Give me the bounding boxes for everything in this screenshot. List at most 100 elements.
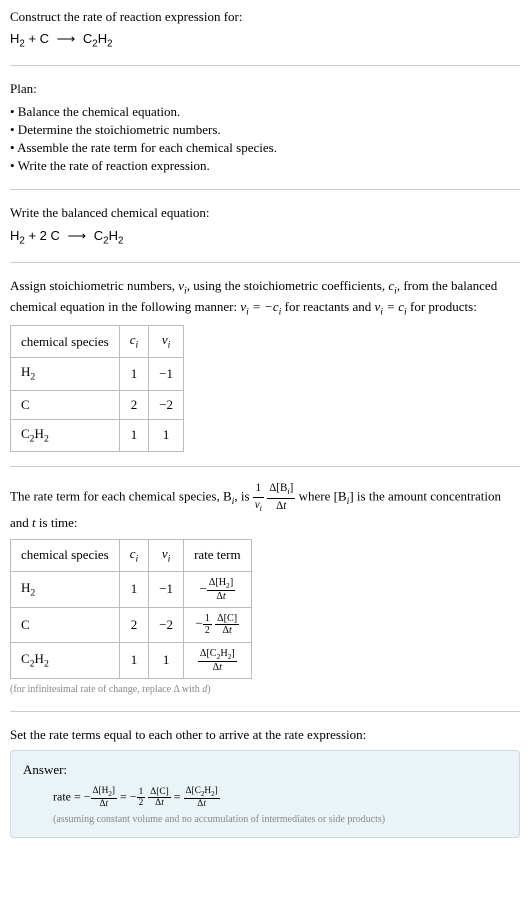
- cell-rateterm: Δ[C2H2]Δt: [184, 642, 252, 679]
- text: The rate term for each chemical species,…: [10, 489, 232, 504]
- table-row: C 2 −2: [11, 390, 184, 419]
- rateterm-intro: The rate term for each chemical species,…: [10, 481, 520, 532]
- rateterm-table: chemical species ci νi rate term H2 1 −1…: [10, 539, 252, 680]
- fraction: Δ[H2]Δt: [207, 577, 235, 603]
- numerator: Δ[C]: [148, 787, 170, 798]
- denominator: νi: [253, 498, 264, 515]
- fraction: Δ[H2]Δt: [91, 786, 118, 810]
- table-row: C2H2 1 1: [11, 419, 184, 451]
- balanced-equation: H2 + 2 C ⟶ C2H2: [10, 227, 520, 248]
- equation-text: H2 + 2 C ⟶ C2H2: [10, 228, 123, 243]
- cell-nu: −1: [149, 358, 184, 390]
- denominator: Δt: [184, 799, 220, 809]
- stoich-intro: Assign stoichiometric numbers, νi, using…: [10, 277, 520, 319]
- fraction: Δ[C2H2]Δt: [184, 786, 220, 810]
- sign: −: [196, 616, 203, 631]
- header-species: chemical species: [11, 326, 120, 358]
- fraction: Δ[Bi]Δt: [267, 481, 295, 514]
- answer-label: Answer:: [23, 761, 507, 779]
- cell-species: C2H2: [11, 419, 120, 451]
- cell-nu: −2: [149, 608, 184, 642]
- cell-rateterm: −12 Δ[C]Δt: [184, 608, 252, 642]
- list-item: • Determine the stoichiometric numbers.: [10, 121, 520, 139]
- numerator: Δ[C]: [215, 613, 239, 625]
- relation: νi = −ci: [240, 299, 281, 314]
- cell-nu: −2: [149, 390, 184, 419]
- plan-title: Plan:: [10, 80, 520, 98]
- cell-c: 2: [119, 608, 149, 642]
- prompt-title: Construct the rate of reaction expressio…: [10, 8, 520, 26]
- assumption-note: (assuming constant volume and no accumul…: [53, 813, 507, 827]
- text: is time:: [36, 515, 78, 530]
- cell-c: 2: [119, 390, 149, 419]
- divider: [10, 711, 520, 712]
- rateterm-section: The rate term for each chemical species,…: [10, 481, 520, 697]
- denominator: 2: [137, 798, 146, 808]
- cell-c: 1: [119, 571, 149, 608]
- numerator: 1: [137, 787, 146, 798]
- table-row: H2 1 −1: [11, 358, 184, 390]
- balanced-section: Write the balanced chemical equation: H2…: [10, 204, 520, 247]
- header-ci: ci: [119, 539, 149, 571]
- list-item: • Write the rate of reaction expression.: [10, 157, 520, 175]
- text: Assign stoichiometric numbers,: [10, 278, 178, 293]
- fraction: Δ[C2H2]Δt: [198, 648, 237, 674]
- divider: [10, 65, 520, 66]
- final-intro: Set the rate terms equal to each other t…: [10, 726, 520, 744]
- header-rateterm: rate term: [184, 539, 252, 571]
- cell-species: C: [11, 608, 120, 642]
- table-header-row: chemical species ci νi: [11, 326, 184, 358]
- numerator: Δ[H2]: [207, 577, 235, 591]
- sign: −: [199, 581, 206, 596]
- stoich-table: chemical species ci νi H2 1 −1 C 2 −2 C2…: [10, 325, 184, 452]
- divider: [10, 189, 520, 190]
- cell-c: 1: [119, 642, 149, 679]
- table-row: H2 1 −1 −Δ[H2]Δt: [11, 571, 252, 608]
- numerator: Δ[Bi]: [267, 481, 295, 499]
- c-var: ci: [388, 278, 397, 293]
- plan-list: • Balance the chemical equation. • Deter…: [10, 103, 520, 176]
- coef-fraction: 12: [137, 787, 146, 809]
- denominator: Δt: [198, 662, 237, 673]
- text: , using the stoichiometric coefficients,: [187, 278, 389, 293]
- denominator: Δt: [215, 625, 239, 636]
- prompt-equation: H2 + C ⟶ C2H2: [10, 30, 520, 51]
- coef-fraction: 12: [203, 613, 212, 636]
- cell-species: H2: [11, 358, 120, 390]
- relation: νi = ci: [375, 299, 407, 314]
- denominator: Δt: [91, 799, 118, 809]
- fraction: Δ[C]Δt: [148, 787, 170, 809]
- answer-equation: rate = −Δ[H2]Δt = −12 Δ[C]Δt = Δ[C2H2]Δt: [53, 786, 507, 810]
- stoich-section: Assign stoichiometric numbers, νi , using…: [10, 277, 520, 452]
- cell-c: 1: [119, 358, 149, 390]
- equation-text: H2 + C ⟶ C2H2: [10, 31, 113, 46]
- prompt-section: Construct the rate of reaction expressio…: [10, 8, 520, 51]
- cell-nu: −1: [149, 571, 184, 608]
- cell-rateterm: −Δ[H2]Δt: [184, 571, 252, 608]
- header-nui: νi: [149, 326, 184, 358]
- numerator: Δ[C2H2]: [198, 648, 237, 662]
- balanced-title: Write the balanced chemical equation:: [10, 204, 520, 222]
- list-item: • Balance the chemical equation.: [10, 103, 520, 121]
- numerator: Δ[C2H2]: [184, 786, 220, 800]
- text: for products:: [407, 299, 477, 314]
- cell-nu: 1: [149, 642, 184, 679]
- list-item: • Assemble the rate term for each chemic…: [10, 139, 520, 157]
- numerator: Δ[H2]: [91, 786, 118, 800]
- denominator: 2: [203, 625, 212, 636]
- fraction: 1νi: [253, 481, 264, 514]
- header-nui: νi: [149, 539, 184, 571]
- plan-section: Plan: • Balance the chemical equation. •…: [10, 80, 520, 175]
- table-header-row: chemical species ci νi rate term: [11, 539, 252, 571]
- cell-nu: 1: [149, 419, 184, 451]
- text: for reactants and: [281, 299, 374, 314]
- rate-label: rate =: [53, 789, 84, 803]
- numerator: 1: [203, 613, 212, 625]
- answer-box: Answer: rate = −Δ[H2]Δt = −12 Δ[C]Δt = Δ…: [10, 750, 520, 838]
- divider: [10, 466, 520, 467]
- text: where [B: [299, 489, 347, 504]
- header-species: chemical species: [11, 539, 120, 571]
- table-row: C2H2 1 1 Δ[C2H2]Δt: [11, 642, 252, 679]
- cell-c: 1: [119, 419, 149, 451]
- denominator: Δt: [207, 591, 235, 602]
